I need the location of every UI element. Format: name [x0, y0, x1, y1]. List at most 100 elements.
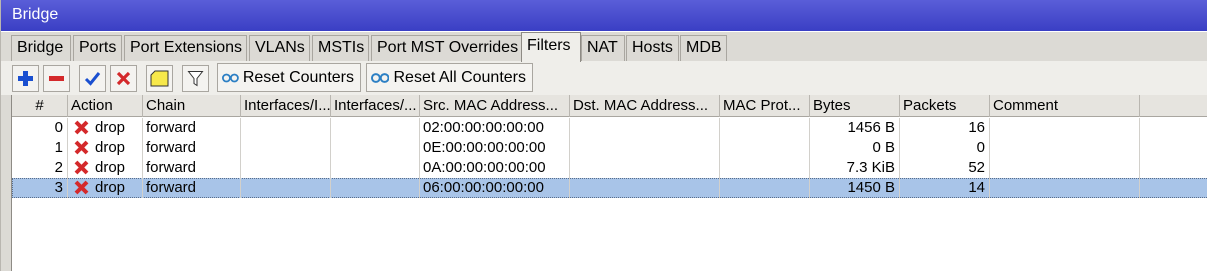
reset-icon — [222, 73, 239, 82]
cell-chain: forward — [143, 138, 241, 158]
tab-nat[interactable]: NAT — [581, 35, 625, 61]
tab-bar: Bridge Ports Port Extensions VLANs MSTIs… — [1, 31, 1207, 93]
col-header-in-interface[interactable]: Interfaces/I... — [241, 95, 331, 117]
tab-mstis[interactable]: MSTIs — [312, 35, 369, 61]
bridge-window: Bridge Bridge Ports Port Extensions VLAN… — [0, 0, 1207, 271]
add-button[interactable] — [12, 65, 39, 92]
col-header-mac-protocol[interactable]: MAC Prot... — [720, 95, 810, 117]
cell-num: 3 — [12, 178, 68, 198]
col-header-src-mac[interactable]: Src. MAC Address... — [420, 95, 570, 117]
toolbar: Reset Counters Reset All Counters — [1, 61, 1207, 95]
drop-icon — [74, 120, 89, 135]
cell-out-interface — [331, 118, 420, 138]
reset-all-icon — [371, 72, 390, 83]
cell-num: 0 — [12, 118, 68, 138]
cell-out-interface — [331, 158, 420, 178]
funnel-icon — [187, 71, 204, 87]
cell-packets: 16 — [900, 118, 990, 138]
col-header-comment[interactable]: Comment — [990, 95, 1140, 117]
cell-comment — [990, 158, 1140, 178]
col-header-packets[interactable]: Packets — [900, 95, 990, 117]
drop-icon — [74, 180, 89, 195]
filters-table: # Action Chain Interfaces/I... Interface… — [11, 95, 1207, 271]
action-label: drop — [95, 179, 126, 196]
cell-comment — [990, 118, 1140, 138]
drop-icon — [74, 160, 89, 175]
table-row[interactable]: 1 drop forward 0E:00:00:00:00:00 0 B 0 — [12, 138, 1207, 158]
col-header-bytes[interactable]: Bytes — [810, 95, 900, 117]
cell-num: 1 — [12, 138, 68, 158]
cell-bytes: 0 B — [810, 138, 900, 158]
cell-action: drop — [68, 178, 143, 198]
cell-action: drop — [68, 118, 143, 138]
table-row-selected[interactable]: 3 drop forward 06:00:00:00:00:00 1450 B … — [12, 178, 1207, 198]
left-margin — [1, 95, 11, 271]
drop-icon — [74, 140, 89, 155]
tab-mdb[interactable]: MDB — [680, 35, 727, 61]
plus-icon — [18, 71, 33, 86]
cell-mac-protocol — [720, 158, 810, 178]
cell-in-interface — [241, 158, 331, 178]
comment-icon — [150, 70, 169, 87]
reset-all-counters-button[interactable]: Reset All Counters — [366, 63, 533, 92]
check-icon — [84, 72, 101, 86]
col-header-chain[interactable]: Chain — [143, 95, 241, 117]
table-header: # Action Chain Interfaces/I... Interface… — [12, 95, 1207, 117]
cell-out-interface — [331, 138, 420, 158]
cell-src-mac: 06:00:00:00:00:00 — [420, 178, 570, 198]
cell-action: drop — [68, 158, 143, 178]
cell-src-mac: 0A:00:00:00:00:00 — [420, 158, 570, 178]
table-row[interactable]: 0 drop forward 02:00:00:00:00:00 1456 B … — [12, 118, 1207, 138]
cell-in-interface — [241, 178, 331, 198]
window-title: Bridge — [12, 6, 59, 23]
tab-port-mst-overrides[interactable]: Port MST Overrides — [371, 35, 522, 61]
cross-icon — [116, 71, 131, 86]
cell-packets: 0 — [900, 138, 990, 158]
cell-bytes: 1450 B — [810, 178, 900, 198]
col-header-dst-mac[interactable]: Dst. MAC Address... — [570, 95, 720, 117]
comment-button[interactable] — [146, 65, 173, 92]
remove-button[interactable] — [43, 65, 70, 92]
col-header-action[interactable]: Action — [68, 95, 143, 117]
cell-src-mac: 0E:00:00:00:00:00 — [420, 138, 570, 158]
cell-comment — [990, 138, 1140, 158]
cell-num: 2 — [12, 158, 68, 178]
minus-icon — [49, 76, 64, 81]
reset-counters-button[interactable]: Reset Counters — [217, 63, 361, 92]
tab-vlans[interactable]: VLANs — [249, 35, 310, 61]
action-label: drop — [95, 139, 126, 156]
cell-out-interface — [331, 178, 420, 198]
cell-mac-protocol — [720, 138, 810, 158]
col-header-num[interactable]: # — [12, 95, 68, 117]
cell-bytes: 7.3 KiB — [810, 158, 900, 178]
table-row[interactable]: 2 drop forward 0A:00:00:00:00:00 7.3 KiB… — [12, 158, 1207, 178]
cell-in-interface — [241, 138, 331, 158]
cell-packets: 52 — [900, 158, 990, 178]
tab-port-extensions[interactable]: Port Extensions — [124, 35, 247, 61]
cell-mac-protocol — [720, 178, 810, 198]
tab-filters[interactable]: Filters — [521, 32, 581, 62]
reset-all-counters-label: Reset All Counters — [393, 68, 526, 86]
action-label: drop — [95, 159, 126, 176]
col-header-out-interface[interactable]: Interfaces/... — [331, 95, 420, 117]
cell-chain: forward — [143, 118, 241, 138]
cell-packets: 14 — [900, 178, 990, 198]
cell-chain: forward — [143, 178, 241, 198]
disable-button[interactable] — [110, 65, 137, 92]
title-bar[interactable]: Bridge — [1, 0, 1207, 31]
enable-button[interactable] — [79, 65, 106, 92]
cell-dst-mac — [570, 158, 720, 178]
cell-in-interface — [241, 118, 331, 138]
cell-chain: forward — [143, 158, 241, 178]
cell-bytes: 1456 B — [810, 118, 900, 138]
tab-bridge[interactable]: Bridge — [11, 35, 71, 61]
reset-counters-label: Reset Counters — [242, 68, 354, 86]
cell-src-mac: 02:00:00:00:00:00 — [420, 118, 570, 138]
cell-mac-protocol — [720, 118, 810, 138]
tab-ports[interactable]: Ports — [73, 35, 122, 61]
filter-button[interactable] — [182, 65, 209, 92]
cell-dst-mac — [570, 118, 720, 138]
tab-hosts[interactable]: Hosts — [626, 35, 679, 61]
action-label: drop — [95, 119, 126, 136]
cell-comment — [990, 178, 1140, 198]
